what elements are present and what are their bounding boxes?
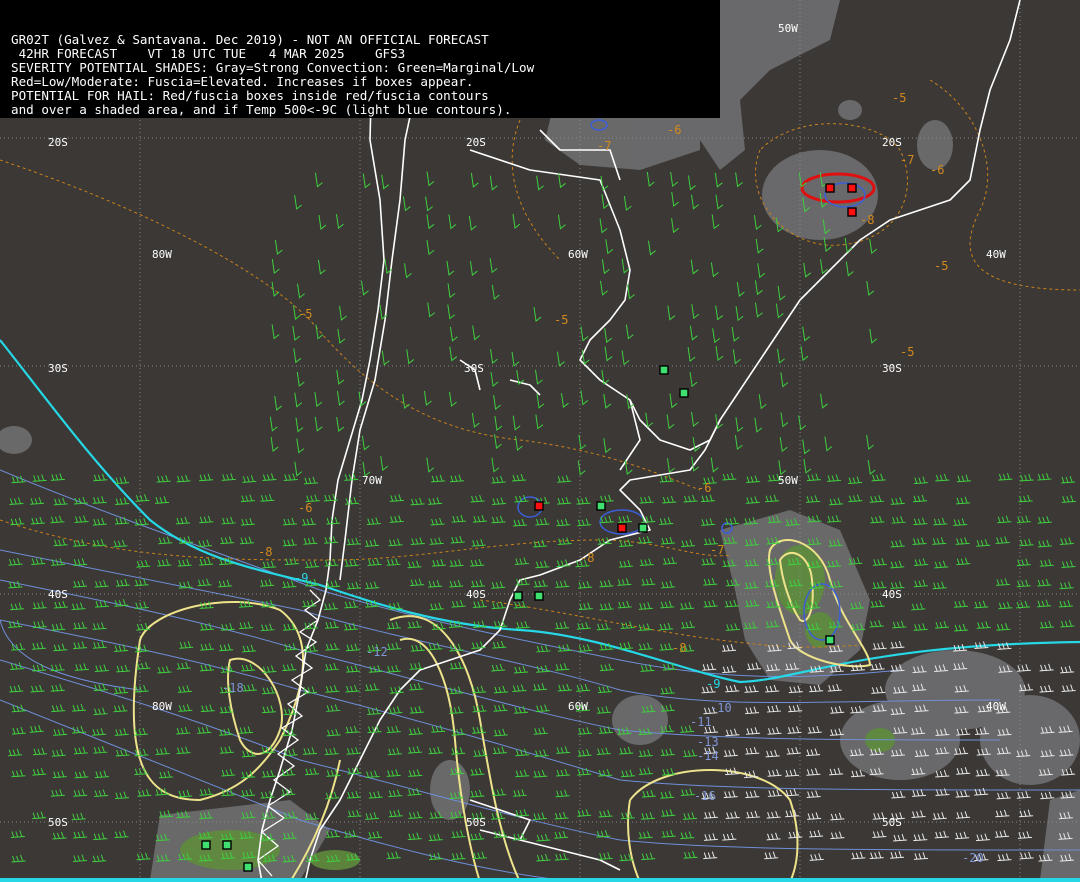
temp-label-neg13: -13	[697, 735, 719, 749]
green-box-marker	[825, 635, 835, 645]
temp-label-neg6-c: -6	[697, 481, 711, 495]
weather-forecast-map: 20S 20S 20S 30S 30S 30S 40S 40S 40S 50S …	[0, 0, 1080, 882]
temp-label-neg5-se: -5	[900, 345, 914, 359]
temp-label-neg12: -12	[366, 645, 388, 659]
temp-label-neg5-w: -5	[298, 307, 312, 321]
lat-label-20s-center: 20S	[466, 136, 486, 149]
red-box-marker	[534, 501, 544, 511]
lat-label-20s-east: 20S	[882, 136, 902, 149]
temp-label-neg6-n: -6	[667, 123, 681, 137]
temp-label-neg5-c: -5	[554, 313, 568, 327]
red-box-marker	[825, 183, 835, 193]
lon-label-40w-north: 40W	[986, 248, 1006, 261]
temp-label-neg9-w: -9	[294, 571, 308, 585]
temp-label-neg7-ne: -7	[900, 153, 914, 167]
temp-label-neg16: -16	[694, 789, 716, 803]
green-box-marker	[243, 862, 253, 872]
green-box-marker	[222, 840, 232, 850]
lon-label-70w-mid: 70W	[362, 474, 382, 487]
forecast-header-panel: GR02T (Galvez & Santavana. Dec 2019) - N…	[0, 0, 720, 118]
lon-label-50w-top: 50W	[778, 22, 798, 35]
lon-label-60w-north: 60W	[568, 248, 588, 261]
green-box-marker	[679, 388, 689, 398]
green-box-marker	[638, 523, 648, 533]
header-line-4: Red=Low/Moderate: Fuscia=Elevated. Incre…	[11, 73, 474, 89]
lat-label-30s-east: 30S	[882, 362, 902, 375]
temp-label-neg8-se: -8	[672, 641, 686, 655]
lat-label-40s-west: 40S	[48, 588, 68, 601]
temp-label-neg8-ne: -8	[860, 213, 874, 227]
temp-label-neg7-c: -7	[710, 543, 724, 557]
green-box-marker	[513, 591, 523, 601]
temp-label-neg20: -20	[962, 851, 984, 865]
temp-label-neg8-w: -8	[258, 545, 272, 559]
green-box-marker	[201, 840, 211, 850]
header-line-6: and over a shaded area, and if Temp 500<…	[11, 101, 512, 117]
red-box-marker	[847, 207, 857, 217]
lat-label-50s-west: 50S	[48, 816, 68, 829]
header-line-2: 42HR FORECAST VT 18 UTC TUE 4 MAR 2025 G…	[11, 45, 406, 61]
temp-label-neg14: -14	[697, 749, 719, 763]
lon-label-40w-south: 40W	[986, 700, 1006, 713]
header-line-3: SEVERITY POTENTIAL SHADES: Gray=Strong C…	[11, 59, 535, 75]
temp-label-neg7-n: -7	[597, 139, 611, 153]
green-box-marker	[659, 365, 669, 375]
lat-label-40s-east: 40S	[882, 588, 902, 601]
lon-label-80w-north: 80W	[152, 248, 172, 261]
lon-label-60w-south: 60W	[568, 700, 588, 713]
green-box-marker	[534, 591, 544, 601]
temp-label-neg8-c: -8	[580, 551, 594, 565]
lat-label-20s-west: 20S	[48, 136, 68, 149]
temp-label-neg18: -18	[222, 681, 244, 695]
lat-label-30s-center: 30S	[464, 362, 484, 375]
green-box-marker	[596, 501, 606, 511]
lon-label-50w-mid: 50W	[778, 474, 798, 487]
temp-label-neg10: -10	[710, 701, 732, 715]
lat-label-50s-east: 50S	[882, 816, 902, 829]
lon-label-80w-south: 80W	[152, 700, 172, 713]
temp-label-neg5-e: -5	[934, 259, 948, 273]
temp-label-neg6-w: -6	[298, 501, 312, 515]
lat-label-40s-center: 40S	[466, 588, 486, 601]
temp-label-neg6-ne: -6	[930, 163, 944, 177]
bottom-edge-bar	[0, 878, 1080, 882]
temp-label-neg9-e: -9	[706, 677, 720, 691]
red-box-marker	[847, 183, 857, 193]
header-line-5: POTENTIAL FOR HAIL: Red/fuscia boxes ins…	[11, 87, 489, 103]
temp-label-neg11: -11	[690, 715, 712, 729]
header-line-1: GR02T (Galvez & Santavana. Dec 2019) - N…	[11, 32, 489, 47]
lat-label-30s-west: 30S	[48, 362, 68, 375]
red-box-marker	[617, 523, 627, 533]
lat-label-50s-center: 50S	[466, 816, 486, 829]
temp-label-neg5-ne: -5	[892, 91, 906, 105]
